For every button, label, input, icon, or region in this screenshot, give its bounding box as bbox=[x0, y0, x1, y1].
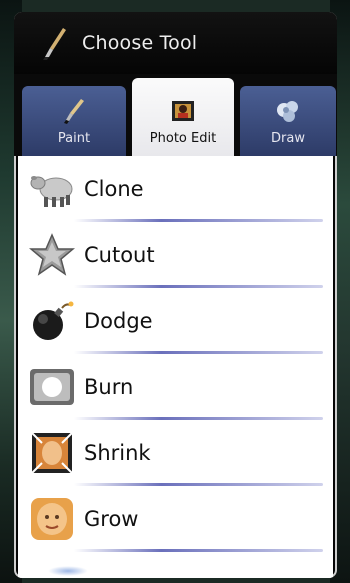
star-icon bbox=[26, 229, 78, 281]
tab-label-paint: Paint bbox=[57, 131, 91, 146]
sheep-icon bbox=[26, 163, 78, 215]
tool-label: Burn bbox=[84, 375, 134, 399]
tool-label: Grow bbox=[84, 507, 139, 531]
tool-label: Clone bbox=[84, 177, 144, 201]
brush-icon bbox=[59, 97, 89, 125]
list-item-shrink[interactable]: Shrink bbox=[18, 420, 333, 486]
next-item-partial bbox=[48, 566, 88, 576]
draw-icon bbox=[273, 97, 303, 125]
dialog-title: Choose Tool bbox=[82, 32, 198, 54]
tool-label: Cutout bbox=[84, 243, 155, 267]
photo-icon bbox=[168, 97, 198, 125]
list-item-cutout[interactable]: Cutout bbox=[18, 222, 333, 288]
tab-draw[interactable]: Draw bbox=[240, 86, 336, 156]
tab-paint[interactable]: Paint bbox=[22, 86, 126, 156]
tool-category-tabs: Paint Photo Edit Draw bbox=[14, 74, 337, 156]
burn-frame-icon bbox=[26, 361, 78, 413]
shrink-photo-icon bbox=[26, 427, 78, 479]
tool-label: Shrink bbox=[84, 441, 151, 465]
tool-label: Dodge bbox=[84, 309, 153, 333]
tool-list: Clone Cutout Dodge Burn Shrink Grow bbox=[18, 156, 333, 578]
list-item-burn[interactable]: Burn bbox=[18, 354, 333, 420]
bomb-icon bbox=[26, 295, 78, 347]
tab-label-photo-edit: Photo Edit bbox=[149, 131, 217, 146]
choose-tool-dialog: Choose Tool Paint Photo Edit Draw Clone … bbox=[14, 12, 337, 578]
grow-photo-icon bbox=[26, 493, 78, 545]
list-item-dodge[interactable]: Dodge bbox=[18, 288, 333, 354]
list-item-grow[interactable]: Grow bbox=[18, 486, 333, 552]
tab-photo-edit[interactable]: Photo Edit bbox=[132, 78, 234, 156]
dialog-title-bar: Choose Tool bbox=[14, 12, 337, 75]
paintbrush-icon bbox=[32, 21, 76, 65]
tab-label-draw: Draw bbox=[271, 131, 305, 146]
list-item-clone[interactable]: Clone bbox=[18, 156, 333, 222]
